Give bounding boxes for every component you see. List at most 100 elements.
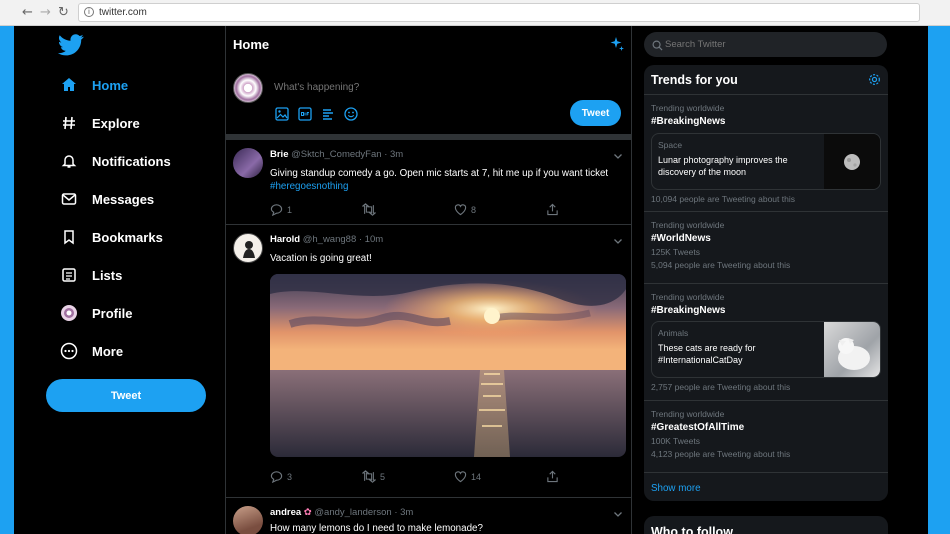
poll-icon[interactable]	[320, 106, 336, 122]
search-box[interactable]	[644, 32, 887, 57]
trend-hashtag: #BreakingNews	[651, 116, 726, 127]
sidebar-item-bookmarks[interactable]: Bookmarks	[60, 222, 163, 252]
site-info-icon[interactable]: i	[84, 7, 94, 17]
tweet-media-image[interactable]	[270, 274, 626, 457]
tweet-text: Vacation is going great!	[270, 253, 372, 264]
home-icon	[60, 76, 78, 94]
reply-count: 1	[287, 204, 293, 215]
compose-tweet-button[interactable]: Tweet	[570, 100, 621, 126]
sparkle-icon[interactable]	[609, 36, 625, 57]
share-icon	[547, 470, 558, 483]
card-headline: These cats are ready for #InternationalC…	[658, 343, 756, 365]
tweet-header: Brie @Sktch_ComedyFan · 3m	[270, 149, 403, 160]
trend-context: Trending worldwide	[651, 409, 725, 419]
emoji-icon[interactable]	[343, 106, 359, 122]
tweet-author-handle[interactable]: @h_wang88	[303, 234, 357, 245]
like-button[interactable]: 14	[454, 470, 514, 483]
sidebar-item-explore[interactable]: Explore	[60, 108, 140, 138]
avatar[interactable]	[233, 148, 263, 178]
reply-count: 3	[287, 471, 293, 482]
trend-tweet-count: 125K Tweets	[651, 247, 700, 257]
tweet-author-handle[interactable]: @Sktch_ComedyFan	[291, 149, 381, 160]
reply-button[interactable]: 1	[270, 203, 330, 216]
tweet-header: Harold @h_wang88 · 10m	[270, 234, 383, 245]
sidebar-item-lists[interactable]: Lists	[60, 260, 122, 290]
trend-count: 10,094 people are Tweeting about this	[651, 194, 795, 204]
trend-news-card[interactable]: Space Lunar photography improves the dis…	[651, 133, 881, 190]
list-icon	[60, 266, 78, 284]
trend-context: Trending worldwide	[651, 292, 725, 302]
forward-icon[interactable]: →	[40, 5, 51, 20]
bell-icon	[60, 152, 78, 170]
share-icon	[547, 203, 558, 216]
trend-context: Trending worldwide	[651, 103, 725, 113]
image-icon[interactable]	[274, 106, 290, 122]
retweet-icon	[362, 203, 376, 216]
gear-icon[interactable]	[868, 73, 881, 91]
avatar[interactable]	[233, 233, 263, 263]
tweet[interactable]: andrea ✿ @andy_landerson · 3m How many l…	[226, 498, 631, 534]
tweet-actions: 3 5 14	[270, 470, 560, 483]
reload-icon[interactable]: ↻	[58, 5, 69, 20]
retweet-icon	[362, 470, 376, 483]
hashtag-link[interactable]: #heregoesnothing	[270, 181, 348, 192]
tweet-author-name[interactable]: Harold	[270, 234, 300, 245]
back-icon[interactable]: ←	[22, 5, 33, 20]
who-to-follow-title: Who to follow	[651, 525, 733, 534]
retweet-button[interactable]	[362, 203, 422, 216]
sidebar-item-profile[interactable]: Profile	[60, 298, 132, 328]
tweet[interactable]: Brie @Sktch_ComedyFan · 3m Giving standu…	[226, 140, 631, 225]
search-input[interactable]	[665, 39, 875, 50]
sidebar-item-label: Profile	[92, 305, 133, 321]
trend-item[interactable]: Trending worldwide #BreakingNews	[651, 103, 883, 127]
avatar[interactable]	[233, 506, 263, 534]
home-timeline: Home What's happening? Tweet Brie @Sktch…	[225, 26, 632, 534]
divider	[644, 400, 888, 401]
avatar[interactable]	[233, 73, 263, 103]
address-bar[interactable]: i twitter.com	[78, 3, 920, 22]
like-count: 8	[471, 204, 477, 215]
trends-title: Trends for you	[651, 73, 738, 87]
tweet-author-handle[interactable]: @andy_landerson	[314, 507, 391, 518]
reply-icon	[270, 471, 283, 483]
reply-icon	[270, 204, 283, 216]
sidebar-item-home[interactable]: Home	[60, 70, 128, 100]
tweet-author-name[interactable]: Brie	[270, 149, 288, 160]
twitter-bird-icon[interactable]	[57, 34, 84, 56]
sidebar-tweet-button[interactable]: Tweet	[46, 379, 206, 412]
trend-tweet-count: 100K Tweets	[651, 436, 700, 446]
sidebar-item-label: Explore	[92, 115, 140, 131]
tweet-time: · 10m	[358, 234, 384, 245]
sidebar-item-more[interactable]: More	[60, 336, 123, 366]
trend-news-card[interactable]: Animals These cats are ready for #Intern…	[651, 321, 881, 378]
share-button[interactable]	[546, 470, 560, 483]
chevron-down-icon[interactable]	[613, 233, 623, 251]
heart-icon	[454, 204, 467, 216]
gif-icon[interactable]	[297, 106, 313, 122]
sidebar-item-notifications[interactable]: Notifications	[60, 146, 171, 176]
show-more-link[interactable]: Show more	[651, 483, 701, 494]
chevron-down-icon[interactable]	[613, 148, 623, 166]
trend-item[interactable]: Trending worldwide #GreatestOfAllTime 10…	[651, 409, 883, 459]
compose-toolbar	[274, 106, 359, 122]
browser-toolbar: ← → ↻ i twitter.com	[0, 0, 950, 26]
sidebar-item-label: Lists	[92, 267, 123, 283]
more-dots-icon	[60, 342, 78, 360]
reply-button[interactable]: 3	[270, 470, 330, 483]
sidebar-item-messages[interactable]: Messages	[60, 184, 154, 214]
divider	[644, 283, 888, 284]
twitter-app: Home Explore Notifications Messages Book…	[14, 26, 928, 534]
share-button[interactable]	[546, 203, 560, 216]
tweet[interactable]: Harold @h_wang88 · 10m Vacation is going…	[226, 225, 631, 498]
divider	[644, 472, 888, 473]
like-button[interactable]: 8	[454, 203, 514, 216]
who-to-follow-panel: Who to follow	[644, 516, 888, 534]
trend-item[interactable]: Trending worldwide #BreakingNews	[651, 292, 883, 316]
compose-box: Tweet	[226, 62, 631, 134]
retweet-button[interactable]: 5	[362, 470, 422, 483]
tweet-actions: 1 8	[270, 203, 560, 216]
compose-input[interactable]	[274, 82, 534, 93]
trend-item[interactable]: Trending worldwide #WorldNews 125K Tweet…	[651, 220, 883, 270]
tweet-author-name[interactable]: andrea	[270, 507, 301, 518]
moon-image	[824, 134, 880, 189]
